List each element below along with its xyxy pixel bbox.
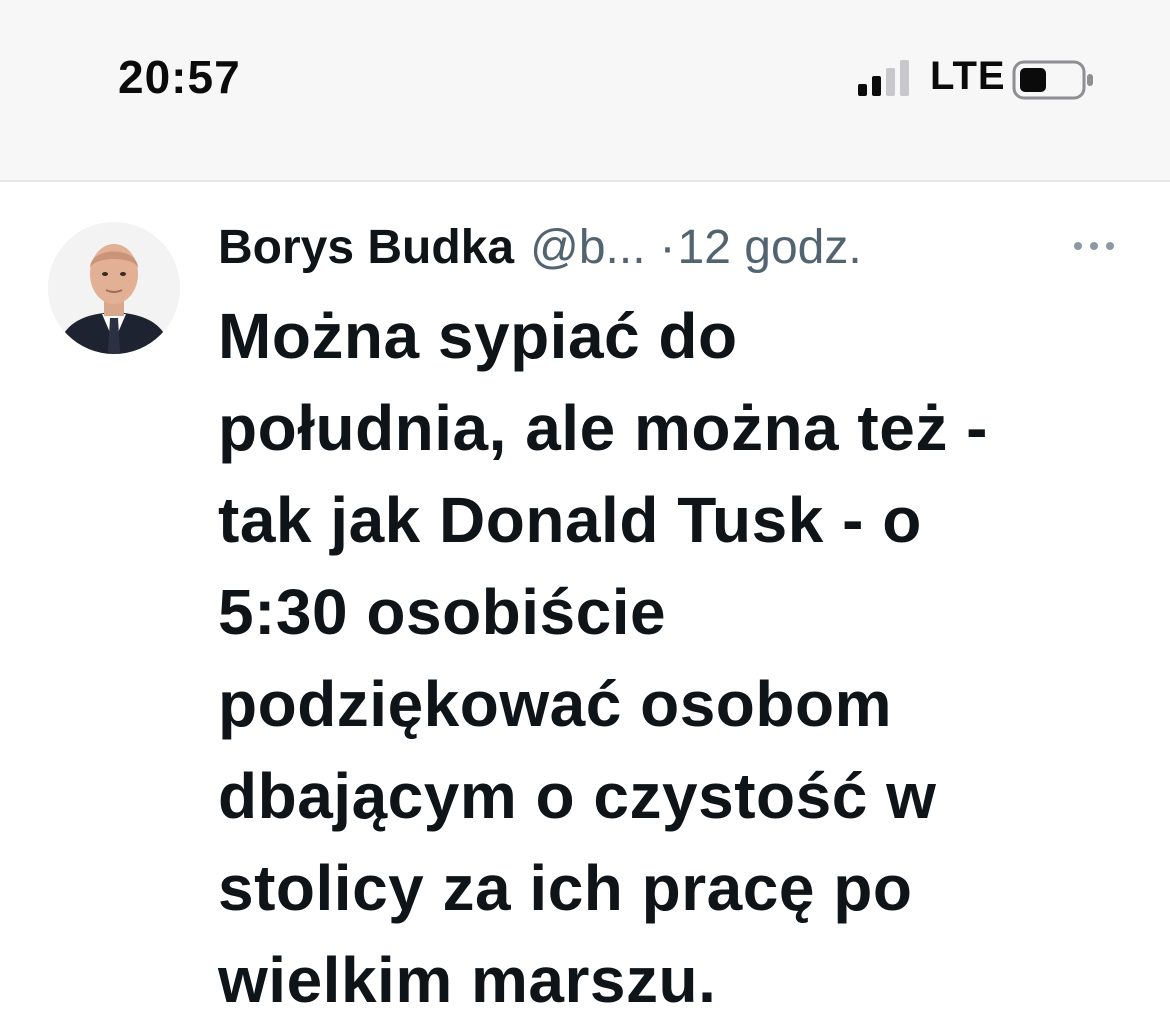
avatar-portrait — [48, 222, 180, 354]
post-timestamp[interactable]: 12 godz. — [678, 220, 862, 275]
tweet-text-line: podziękować osobom — [218, 668, 892, 740]
author-handle[interactable]: @b... — [530, 220, 645, 275]
tweet-text-line: tak jak Donald Tusk - o — [218, 484, 922, 556]
author-name[interactable]: Borys Budka — [218, 220, 514, 275]
avatar[interactable] — [48, 222, 180, 354]
tweet[interactable]: Borys Budka @b... · 12 godz. Można sypia… — [0, 182, 1170, 1011]
separator-dot: · — [659, 220, 676, 274]
status-time: 20:57 — [118, 51, 241, 103]
cellular-signal-icon — [858, 60, 909, 96]
status-bar: 20:57 LTE — [0, 0, 1170, 182]
tweet-text-line: dbającym o czystość w — [218, 760, 937, 832]
tweet-text-line: wielkim marszu. — [218, 944, 717, 1011]
tweet-text: Można sypiać do południa, ale można też … — [218, 290, 1138, 1011]
tweet-text-line: stolicy za ich pracę po — [218, 852, 913, 924]
tweet-text-line: 5:30 osobiście — [218, 576, 667, 648]
tweet-header: Borys Budka @b... · 12 godz. — [218, 212, 862, 282]
more-dots-icon[interactable] — [1070, 234, 1118, 258]
network-type-label: LTE — [930, 54, 1006, 98]
battery-icon — [1012, 60, 1093, 100]
tweet-text-line: Można sypiać do — [218, 300, 738, 372]
tweet-text-line: południa, ale można też - — [218, 392, 988, 464]
